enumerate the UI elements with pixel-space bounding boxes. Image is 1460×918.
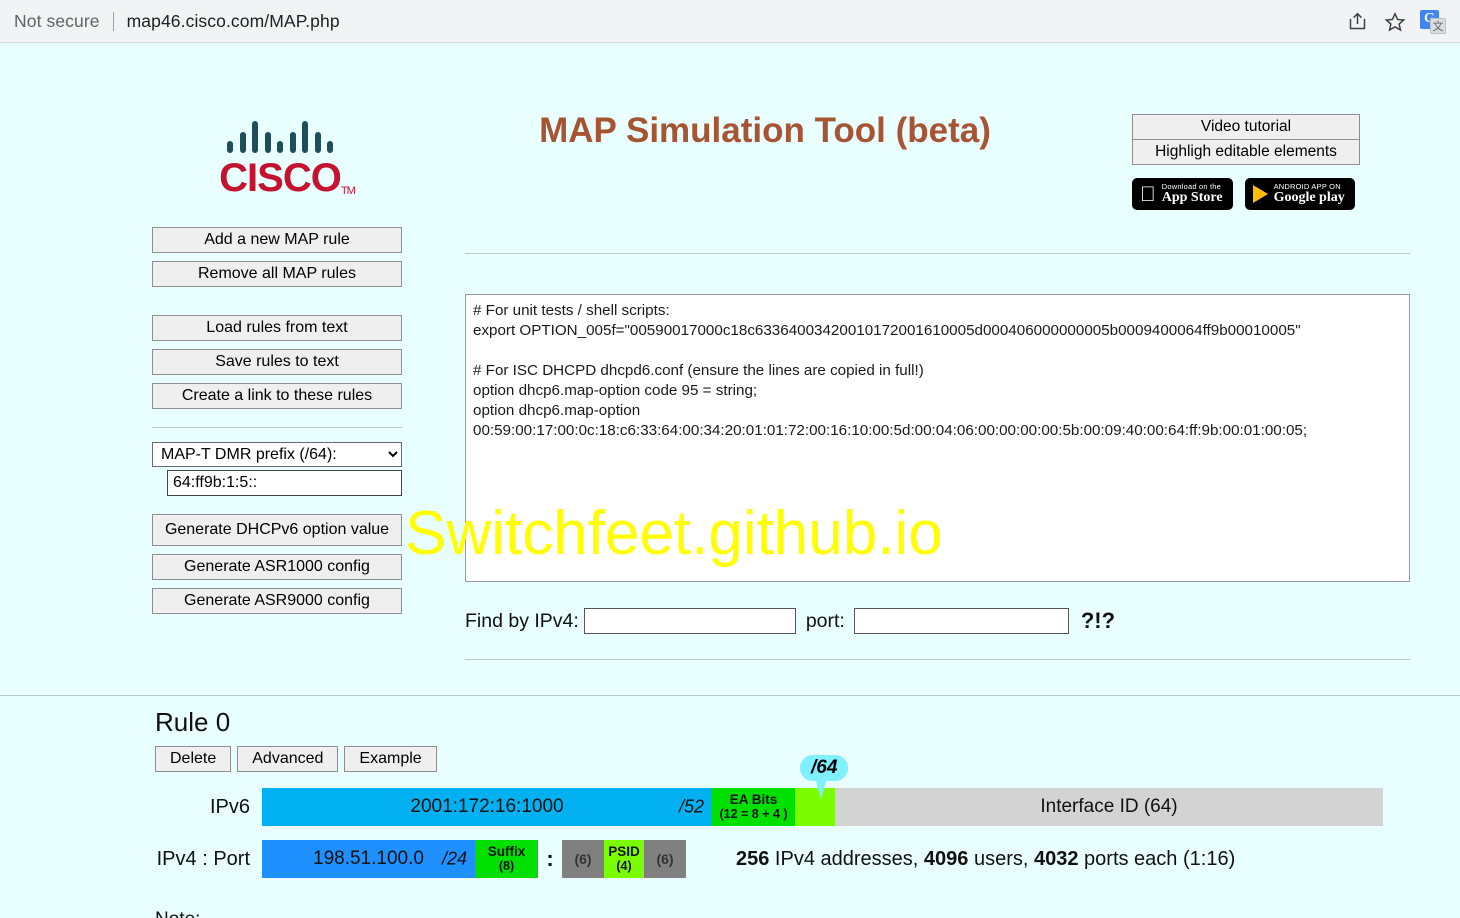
cisco-bars-icon <box>200 113 360 153</box>
interface-id-label: Interface ID (64) <box>1040 796 1178 817</box>
cisco-logo: CISCO TM <box>200 113 360 201</box>
find-port-label: port: <box>805 609 845 632</box>
translate-cjk-letter: 文 <box>1430 17 1446 34</box>
rule-section-divider <box>0 695 1460 696</box>
rule-section: Rule 0 Delete Advanced Example IPv6 2001… <box>155 707 1445 892</box>
find-ipv4-label: Find by IPv4: <box>465 609 579 632</box>
bookmark-star-icon[interactable] <box>1378 5 1412 39</box>
load-rules-from-text-button[interactable]: Load rules from text <box>152 315 402 341</box>
generate-asr9000-config-button[interactable]: Generate ASR9000 config <box>152 588 402 615</box>
ea-bits-title: EA Bits <box>729 792 778 807</box>
example-rule-button[interactable]: Example <box>344 746 437 772</box>
ipv4-address-segment[interactable]: 198.51.100.0 /24 <box>262 840 475 878</box>
ipv6-row-label: IPv6 <box>209 795 250 818</box>
address-bar-divider <box>112 11 114 31</box>
share-icon[interactable] <box>1340 5 1374 39</box>
trademark-symbol: TM <box>340 185 356 197</box>
security-status-label[interactable]: Not secure <box>14 11 100 32</box>
google-play-triangle-icon <box>1252 185 1268 203</box>
port-right-bits-label: (6) <box>656 851 674 867</box>
ipv6-prefix-length: /52 <box>678 796 704 817</box>
dmr-prefix-select[interactable]: MAP-T DMR prefix (/64): <box>152 442 402 467</box>
page-content: CISCO TM MAP Simulation Tool (beta) Video… <box>0 43 1460 918</box>
prefix-bubble-tail <box>816 781 826 799</box>
ipv4-address-text: 198.51.100.0 <box>313 848 424 869</box>
url-text[interactable]: map46.cisco.com/MAP.php <box>127 11 340 32</box>
address-bar[interactable]: Not secure map46.cisco.com/MAP.php <box>0 11 340 32</box>
find-by-ipv4-row: Find by IPv4: port: ?!? <box>465 608 1410 634</box>
suffix-title: Suffix <box>487 844 526 859</box>
summary-addresses-count: 256 <box>736 847 770 870</box>
psid-segment[interactable]: PSID (4) <box>604 840 644 878</box>
ipv6-prefix-segment[interactable]: 2001:172:16:1000 /52 <box>262 788 712 826</box>
browser-toolbar: Not secure map46.cisco.com/MAP.php G 文 <box>0 0 1460 43</box>
find-help-icon[interactable]: ?!? <box>1081 608 1115 634</box>
cisco-wordmark: CISCO TM <box>219 156 356 201</box>
google-translate-icon[interactable]: G 文 <box>1416 5 1450 39</box>
main-bottom-divider <box>465 659 1410 660</box>
dmr-prefix-input[interactable] <box>167 470 402 496</box>
video-tutorial-button[interactable]: Video tutorial <box>1132 114 1360 140</box>
ipv6-ea-bits-psid-segment[interactable] <box>795 788 835 826</box>
create-link-to-rules-button[interactable]: Create a link to these rules <box>152 383 402 409</box>
psid-sub: (4) <box>616 859 632 873</box>
note-text-cutoff: Note: <box>155 909 200 918</box>
rule-title: Rule 0 <box>155 707 231 737</box>
left-control-panel: Add a new MAP rule Remove all MAP rules … <box>152 227 402 622</box>
google-play-big-label: Google play <box>1257 189 1345 205</box>
ipv6-diagram-row: IPv6 2001:172:16:1000 /52 EA Bits (12 = … <box>155 788 1445 826</box>
page-title: MAP Simulation Tool (beta) <box>539 111 991 150</box>
port-right-bits-segment[interactable]: (6) <box>644 840 686 878</box>
port-left-bits-segment[interactable]: (6) <box>562 840 604 878</box>
psid-title: PSID <box>608 844 640 859</box>
ipv6-prefix-text: 2001:172:16:1000 <box>410 796 564 817</box>
add-map-rule-button[interactable]: Add a new MAP rule <box>152 227 402 253</box>
ipv4-diagram-row: IPv4 : Port 198.51.100.0 /24 Suffix (8) … <box>155 840 1445 878</box>
summary-ports-label: ports each (1:16) <box>1078 847 1236 870</box>
summary-users-label: users, <box>968 847 1034 870</box>
main-output-panel: # For unit tests / shell scripts: export… <box>465 253 1410 660</box>
ipv6-ea-bits-segment[interactable]: EA Bits (12 = 8 + 4 ) <box>712 788 795 826</box>
top-right-actions: Video tutorial Highligh editable element… <box>1132 114 1360 210</box>
generate-asr1000-config-button[interactable]: Generate ASR1000 config <box>152 554 402 581</box>
apple-logo-icon:  <box>1140 184 1156 205</box>
advanced-rule-button[interactable]: Advanced <box>237 746 339 772</box>
suffix-sub: (8) <box>498 859 515 873</box>
generated-config-output[interactable]: # For unit tests / shell scripts: export… <box>465 294 1410 582</box>
ipv6-64-bubble[interactable]: /64 <box>800 755 849 781</box>
store-badges:  Download on the App Store ANDROID APP … <box>1132 178 1360 210</box>
remove-all-map-rules-button[interactable]: Remove all MAP rules <box>152 261 402 287</box>
main-top-divider <box>465 253 1410 254</box>
ipv4-suffix-segment[interactable]: Suffix (8) <box>475 840 538 878</box>
ipv4-prefix-length: /24 <box>441 848 467 869</box>
save-rules-to-text-button[interactable]: Save rules to text <box>152 349 402 375</box>
summary-addresses-label: IPv4 addresses, <box>769 847 924 870</box>
cisco-wordmark-text: CISCO <box>219 156 342 200</box>
rule-summary-line: 256 IPv4 addresses, 4096 users, 4032 por… <box>736 848 1235 871</box>
delete-rule-button[interactable]: Delete <box>155 746 232 772</box>
left-panel-divider <box>152 427 402 428</box>
generate-dhcpv6-option-button[interactable]: Generate DHCPv6 option value <box>152 514 402 547</box>
highlight-editable-button[interactable]: Highligh editable elements <box>1132 139 1360 165</box>
ipv4-row-label: IPv4 : Port <box>156 847 250 870</box>
port-left-bits-label: (6) <box>574 851 592 867</box>
ipv6-interface-id-segment[interactable]: Interface ID (64) <box>835 788 1383 826</box>
panel-spacer <box>152 295 402 315</box>
find-ipv4-input[interactable] <box>583 608 796 634</box>
app-store-badge[interactable]:  Download on the App Store <box>1132 178 1233 210</box>
ea-bits-sub: (12 = 8 + 4 ) <box>719 807 788 821</box>
app-store-big-label: App Store <box>1146 189 1223 205</box>
google-play-badge[interactable]: ANDROID APP ON Google play <box>1244 178 1355 210</box>
summary-ports-count: 4032 <box>1033 847 1079 870</box>
port-colon-separator: : <box>546 846 554 871</box>
browser-toolbar-actions: G 文 <box>1340 0 1450 43</box>
summary-users-count: 4096 <box>923 847 969 870</box>
find-port-input[interactable] <box>853 608 1069 634</box>
